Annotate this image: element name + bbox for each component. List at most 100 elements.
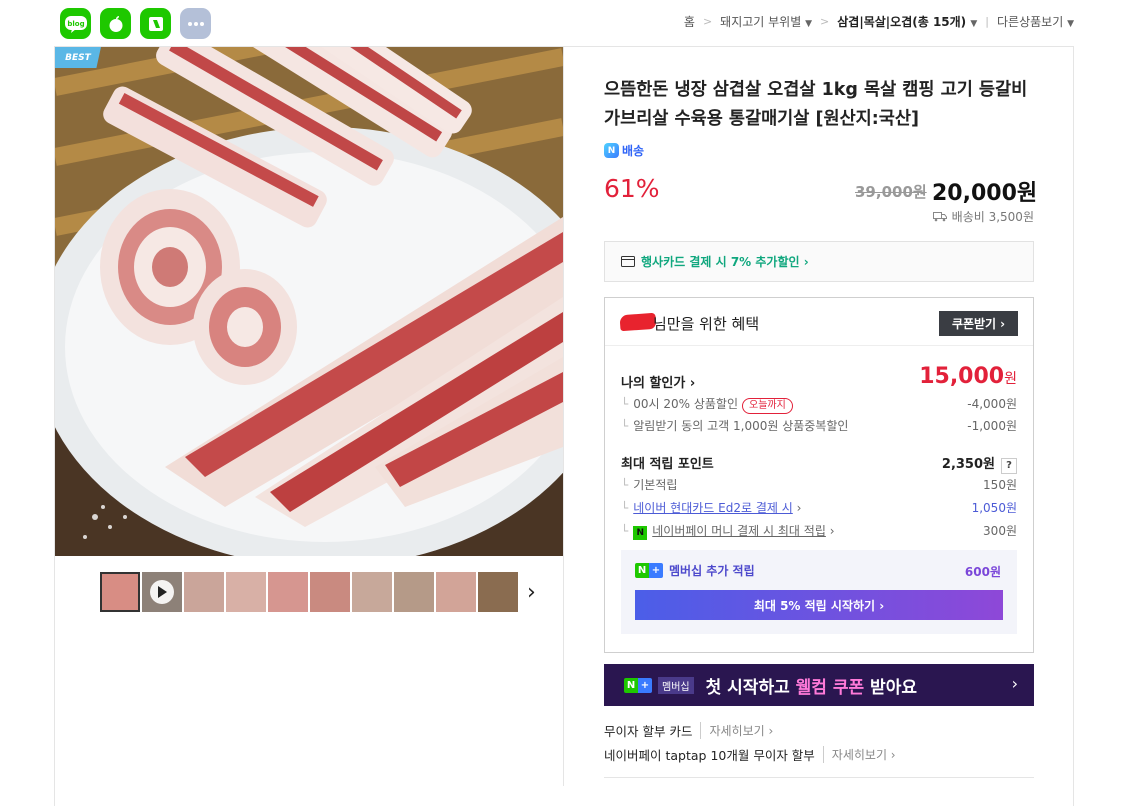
thumbnail[interactable]	[394, 572, 434, 612]
banner-text-before: 첫 시작하고	[705, 677, 796, 698]
discount-label: 00시 20% 상품할인	[633, 397, 739, 411]
my-price-number: 15,000	[919, 364, 1005, 389]
best-badge: BEST	[55, 47, 101, 68]
installment-label: 무이자 할부 카드	[604, 724, 693, 739]
membership-badge: 멤버십	[658, 676, 694, 694]
point-row: └ N 네이버페이 머니 결제 시 최대 적립 › 300원	[621, 522, 1017, 540]
discount-label: 알림받기 동의 고객 1,000원 상품중복할인	[633, 419, 849, 433]
today-only-badge: 오늘까지	[742, 398, 793, 414]
my-price-value: 15,000원	[919, 364, 1017, 389]
card-promo-banner[interactable]: 행사카드 결제 시 7% 추가할인 ›	[604, 241, 1034, 282]
installment-more-link[interactable]: 자세히보기 ›	[700, 722, 773, 739]
discount-value: -1,000원	[967, 419, 1017, 433]
bookmark-share-icon[interactable]	[140, 8, 171, 39]
thumbnail-strip	[100, 572, 520, 612]
caret-down-icon: ▼	[970, 19, 978, 29]
points-value: 2,350원	[941, 457, 995, 472]
point-value: 1,050원	[971, 501, 1017, 515]
naver-plus-icon: N +	[635, 563, 663, 578]
chevron-right-icon: >	[702, 15, 713, 28]
more-share-icon[interactable]	[180, 8, 211, 39]
breadcrumb-home[interactable]: 홈	[684, 13, 695, 30]
thumbnail-next-icon[interactable]: ›	[527, 580, 536, 605]
apple-share-icon[interactable]	[100, 8, 131, 39]
thumbnail[interactable]	[310, 572, 350, 612]
thumbnail[interactable]	[268, 572, 308, 612]
play-icon	[150, 580, 174, 604]
point-row: └ 네이버 현대카드 Ed2로 결제 시 › 1,050원	[621, 499, 1017, 516]
help-icon[interactable]: ?	[1001, 458, 1017, 474]
my-price-unit: 원	[1004, 371, 1017, 387]
delivery-badge-label: 배송	[622, 144, 645, 158]
credit-card-icon	[621, 256, 635, 267]
naver-delivery-badge: N 배송	[604, 142, 644, 159]
my-price-label: 나의 할인가	[621, 376, 686, 391]
product-main-image[interactable]	[55, 47, 563, 556]
tree-branch-icon: └	[621, 501, 629, 515]
thumbnail[interactable]	[184, 572, 224, 612]
naver-n-icon: N	[604, 143, 619, 158]
section-divider	[604, 777, 1034, 778]
membership-start-button[interactable]: 최대 5% 적립 시작하기 ›	[635, 590, 1003, 620]
thumbnail[interactable]	[100, 572, 140, 612]
caret-down-icon: ▼	[805, 19, 813, 29]
installment-more-link[interactable]: 자세히보기 ›	[822, 746, 896, 763]
tree-branch-icon: └	[621, 524, 629, 538]
thumbnail[interactable]	[352, 572, 392, 612]
membership-box: N + 멤버십 추가 적립 600원 최대 5% 적립 시작하기 ›	[621, 550, 1017, 634]
original-price: 39,000원	[855, 183, 927, 201]
top-bar: blog 홈 > 돼지고기 부위별 ▼ > 삼겹|목살|오겹(총 15개) ▼ …	[0, 0, 1136, 46]
caret-down-icon: ▼	[1067, 19, 1074, 29]
thumbnail[interactable]	[478, 572, 518, 612]
shipping-fee: 배송비 3,500원	[951, 210, 1034, 224]
discount-row: └ 알림받기 동의 고객 1,000원 상품중복할인 -1,000원	[621, 417, 1017, 434]
banner-text-after: 받아요	[864, 677, 917, 698]
breadcrumb: 홈 > 돼지고기 부위별 ▼ > 삼겹|목살|오겹(총 15개) ▼ | 다른상…	[684, 13, 1074, 30]
thumbnail[interactable]	[436, 572, 476, 612]
other-products-dropdown[interactable]: 다른상품보기 ▼	[997, 13, 1074, 30]
other-products-label: 다른상품보기	[997, 15, 1064, 29]
tree-branch-icon: └	[621, 397, 629, 411]
banner-text: 첫 시작하고 웰컴 쿠폰 받아요	[706, 673, 917, 698]
breadcrumb-category[interactable]: 돼지고기 부위별 ▼	[720, 13, 812, 30]
blog-share-icon[interactable]: blog	[60, 8, 91, 39]
chevron-right-icon: ›	[689, 376, 696, 391]
membership-label: N + 멤버십 추가 적립	[635, 562, 755, 579]
membership-text: 멤버십 추가 적립	[669, 564, 755, 578]
sale-price: 20,000원	[932, 181, 1038, 206]
tree-branch-icon: └	[621, 478, 629, 492]
thumbnail[interactable]	[226, 572, 266, 612]
discount-rate: 61%	[604, 174, 660, 203]
product-title: 으뜸한돈 냉장 삼겹살 오겹살 1kg 목살 캠핑 고기 등갈비 가브리살 수육…	[604, 80, 1028, 129]
chevron-right-icon: >	[820, 15, 830, 28]
banner-text-highlight: 웰컴 쿠폰	[795, 677, 865, 698]
thumbnail[interactable]	[142, 572, 182, 612]
points-label: 최대 적립 포인트	[621, 457, 714, 472]
naver-plus-icon: N +	[624, 677, 652, 693]
truck-icon	[932, 212, 947, 222]
membership-welcome-banner[interactable]: N + 멤버십 첫 시작하고 웰컴 쿠폰 받아요 ›	[604, 664, 1034, 706]
coupon-button[interactable]: 쿠폰받기 ›	[939, 311, 1018, 336]
installment-row: 네이버페이 taptap 10개월 무이자 할부 자세히보기 ›	[604, 745, 896, 764]
chevron-right-icon: ›	[1000, 316, 1006, 331]
naverpay-icon: N	[633, 526, 648, 540]
blog-label: blog	[67, 20, 84, 28]
discount-value: -4,000원	[967, 397, 1017, 411]
breadcrumb-current-label: 삼겹|목살|오겹(총 15개)	[837, 15, 967, 29]
installment-label: 네이버페이 taptap 10개월 무이자 할부	[604, 748, 815, 763]
shipping-info: 배송비 3,500원	[932, 208, 1034, 225]
breadcrumb-current[interactable]: 삼겹|목살|오겹(총 15개) ▼	[837, 13, 977, 30]
points-row: 최대 적립 포인트 2,350원?	[621, 453, 1017, 474]
point-value: 300원	[983, 524, 1017, 538]
chevron-right-icon: ›	[829, 524, 835, 538]
installment-row: 무이자 할부 카드 자세히보기 ›	[604, 721, 773, 740]
point-value: 150원	[983, 478, 1017, 492]
benefit-header: 님만을 위한 혜택 쿠폰받기 ›	[605, 298, 1033, 346]
point-row: └ 기본적립 150원	[621, 476, 1017, 493]
discount-row: └ 00시 20% 상품할인 오늘까지 -4,000원	[621, 395, 1017, 414]
redacted-username	[619, 312, 657, 332]
tree-branch-icon: └	[621, 419, 629, 433]
hyundai-card-link[interactable]: 네이버 현대카드 Ed2로 결제 시	[633, 501, 793, 515]
naverpay-money-link[interactable]: 네이버페이 머니 결제 시 최대 적립	[652, 524, 826, 538]
divider: |	[985, 15, 989, 28]
